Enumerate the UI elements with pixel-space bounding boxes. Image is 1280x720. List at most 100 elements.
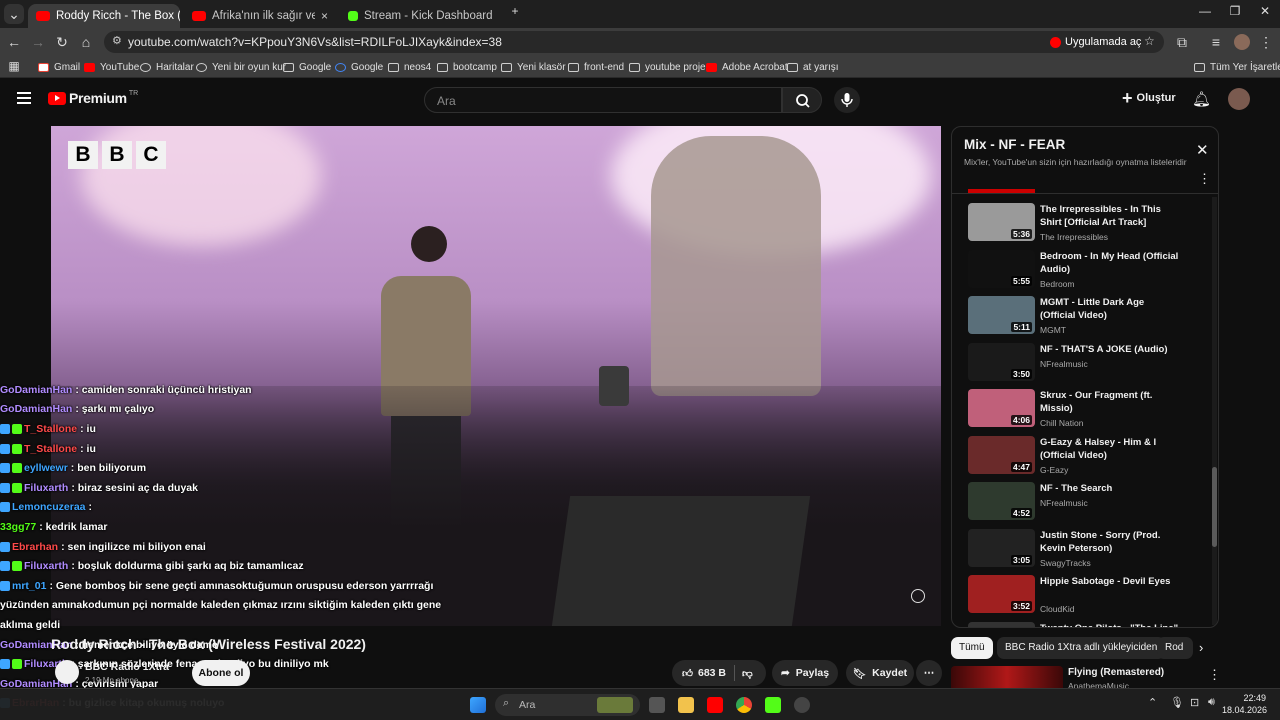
new-tab-icon[interactable]: +	[500, 4, 530, 24]
like-button[interactable]: 👍︎ 683 B	[682, 667, 726, 680]
chat-username[interactable]: T_Stallone	[24, 443, 77, 455]
close-playlist-icon[interactable]: ✕	[1196, 141, 1209, 159]
playlist-item-title[interactable]: NF - THAT'S A JOKE (Audio)	[1040, 343, 1180, 356]
playlist-title[interactable]: Mix - NF - FEAR	[964, 137, 1065, 152]
voice-search-button[interactable]	[834, 87, 860, 113]
playlist-scrollbar-track[interactable]	[1212, 197, 1217, 625]
playlist-item-title[interactable]: G-Eazy & Halsey - Him & I (Official Vide…	[1040, 436, 1180, 462]
channel-name[interactable]: BBC Radio 1Xtra	[85, 661, 169, 673]
windows-start-icon[interactable]	[470, 697, 486, 713]
chip-uploader[interactable]: BBC Radio 1Xtra adlı yükleyiciden	[997, 637, 1166, 659]
user-avatar[interactable]	[1228, 88, 1250, 110]
menu-kebab-icon[interactable]: ⋮	[1256, 32, 1276, 52]
bookmark-youtube-proje[interactable]: youtube proje	[629, 59, 706, 75]
tab-roddy-ricch[interactable]: Roddy Ricch - The Box (Wi ×	[28, 4, 180, 28]
tray-chevron-icon[interactable]: ⌃	[1148, 696, 1157, 709]
tab-close-icon[interactable]: ×	[315, 9, 328, 23]
bookmark-neos4[interactable]: neos4	[388, 59, 431, 75]
playlist-item-thumbnail[interactable]: 3:50	[968, 342, 1035, 381]
chat-username[interactable]: eyllwewr	[24, 462, 68, 474]
address-bar[interactable]: ⚙ youtube.com/watch?v=KPpouY3N6Vs&list=R…	[104, 31, 1164, 53]
chrome-icon[interactable]	[736, 697, 752, 713]
playlist-item[interactable]: 3:50 NF - THAT'S A JOKE (Audio) NFrealmusi…	[968, 342, 1208, 388]
url-text[interactable]: youtube.com/watch?v=KPpouY3N6Vs&list=RDI…	[128, 35, 502, 49]
open-in-app-button[interactable]: Uygulamada aç	[1050, 33, 1141, 51]
search-button[interactable]	[782, 87, 822, 113]
volume-icon[interactable]: 🔊︎	[1208, 696, 1215, 709]
all-bookmarks[interactable]: Tüm Yer İşaretleri	[1194, 59, 1280, 75]
playlist-item[interactable]: Twenty One Pilots - "The Line"	[968, 621, 1208, 628]
playlist-item[interactable]: 4:52 NF - The Search NFrealmusic	[968, 482, 1208, 527]
media-control-icon[interactable]: ≡	[1206, 32, 1226, 52]
bookmark-gmail[interactable]: Gmail	[38, 59, 80, 75]
playlist-item-thumbnail[interactable]: 5:11	[968, 296, 1035, 334]
playlist-item[interactable]: 5:11 MGMT - Little Dark Age (Official Vid…	[968, 296, 1208, 341]
youtube-app-icon[interactable]	[707, 697, 723, 713]
reload-icon[interactable]: ↻	[52, 32, 72, 52]
playlist-item[interactable]: 5:36 The Irrepressibles - In This Shirt […	[968, 203, 1208, 248]
playlist-item-title[interactable]: Justin Stone - Sorry (Prod. Kevin Peters…	[1040, 529, 1180, 555]
chat-username[interactable]: 33gg77	[0, 521, 36, 533]
bookmark-oyun[interactable]: Yeni bir oyun kur	[196, 59, 286, 75]
bookmark-youtube[interactable]: YouTube	[84, 59, 139, 75]
next-video-menu-icon[interactable]: ⋮	[1208, 667, 1221, 683]
forward-icon[interactable]: →	[28, 32, 48, 52]
bookmark-star-icon[interactable]: ☆	[1144, 34, 1155, 48]
home-icon[interactable]: ⌂	[76, 32, 96, 52]
chat-username[interactable]: Lemoncuzeraa	[12, 501, 86, 513]
subscribe-button[interactable]: Abone ol	[192, 660, 250, 686]
notifications-bell-icon[interactable]: 🔔︎	[1192, 90, 1211, 108]
playlist-item-thumbnail[interactable]: 4:47	[968, 435, 1035, 474]
tab-kick[interactable]: Stream - Kick Dashboard ×	[340, 4, 498, 28]
microphone-tray-icon[interactable]: 🎙︎	[1170, 696, 1184, 709]
taskbar-date[interactable]: 18.04.2026	[1222, 705, 1267, 715]
task-view-icon[interactable]	[649, 697, 665, 713]
playlist-item-thumbnail[interactable]: 4:06	[968, 389, 1035, 427]
taskbar-time[interactable]: 22:49	[1222, 693, 1266, 703]
playlist-scrollbar-thumb[interactable]	[1212, 467, 1217, 547]
playlist-menu-icon[interactable]: ⋮	[1198, 171, 1211, 187]
playlist-item-title[interactable]: MGMT - Little Dark Age (Official Video)	[1040, 296, 1180, 322]
share-button[interactable]: ➦ Paylaş	[772, 660, 838, 686]
channel-watermark-icon[interactable]	[911, 589, 925, 603]
close-window-icon[interactable]: ✕	[1250, 4, 1280, 24]
playlist-item-thumbnail[interactable]: 3:52	[968, 575, 1035, 613]
playlist-item-thumbnail[interactable]: 3:05	[968, 528, 1035, 567]
playlist-item-thumbnail[interactable]: 4:52	[968, 482, 1035, 520]
channel-avatar[interactable]	[55, 660, 79, 684]
bookmark-at-yarisi[interactable]: at yarışı	[787, 59, 839, 75]
next-video-thumbnail[interactable]	[951, 666, 1063, 688]
restore-icon[interactable]: ❐	[1220, 4, 1250, 24]
playlist-item[interactable]: 3:05 Justin Stone - Sorry (Prod. Kevin Pe…	[968, 528, 1208, 574]
taskbar-search[interactable]: ⌕ Ara	[495, 694, 640, 716]
bookmark-haritalar[interactable]: Haritalar	[140, 59, 194, 75]
site-info-icon[interactable]: ⚙	[112, 34, 122, 47]
kick-app-icon[interactable]	[765, 697, 781, 713]
save-button[interactable]: 🔖︎ Kaydet	[846, 660, 914, 686]
bookmark-google[interactable]: Google	[335, 59, 383, 75]
playlist-item-title[interactable]: NF - The Search	[1040, 482, 1180, 495]
search-input[interactable]: Ara	[424, 87, 782, 113]
file-explorer-icon[interactable]	[678, 697, 694, 713]
obs-icon[interactable]	[794, 697, 810, 713]
tab-search-chevron-icon[interactable]: ⌄	[4, 4, 24, 24]
playlist-item-thumbnail[interactable]	[968, 621, 1035, 627]
chat-username[interactable]: T_Stallone	[24, 423, 77, 435]
bookmark-yeni-klasor[interactable]: Yeni klasör	[501, 59, 566, 75]
dislike-button[interactable]: 👎︎	[742, 667, 753, 680]
apps-grid-icon[interactable]: ▦	[4, 56, 24, 76]
profile-avatar[interactable]	[1234, 34, 1250, 50]
playlist-item[interactable]: 5:55 Bedroom - In My Head (Official Audio…	[968, 249, 1208, 295]
playlist-item-title[interactable]: Skrux - Our Fragment (ft. Missio)	[1040, 389, 1180, 415]
hamburger-menu-icon[interactable]	[17, 92, 31, 104]
playlist-item-title[interactable]: Bedroom - In My Head (Official Audio)	[1040, 250, 1180, 276]
chat-username[interactable]: Ebrarhan	[12, 541, 58, 553]
playlist-item[interactable]: 3:52 Hippie Sabotage - Devil Eyes CloudKid	[968, 575, 1208, 620]
chat-username[interactable]: GoDamianHan	[0, 384, 72, 396]
chip-all[interactable]: Tümü	[951, 637, 993, 659]
playlist-item-title[interactable]: Twenty One Pilots - "The Line"	[1040, 622, 1180, 628]
playlist-item[interactable]: 4:06 Skrux - Our Fragment (ft. Missio) Chi…	[968, 389, 1208, 434]
back-icon[interactable]: ←	[4, 32, 24, 52]
playlist-item-thumbnail[interactable]: 5:36	[968, 203, 1035, 241]
playlist-item-title[interactable]: Hippie Sabotage - Devil Eyes	[1040, 575, 1180, 588]
